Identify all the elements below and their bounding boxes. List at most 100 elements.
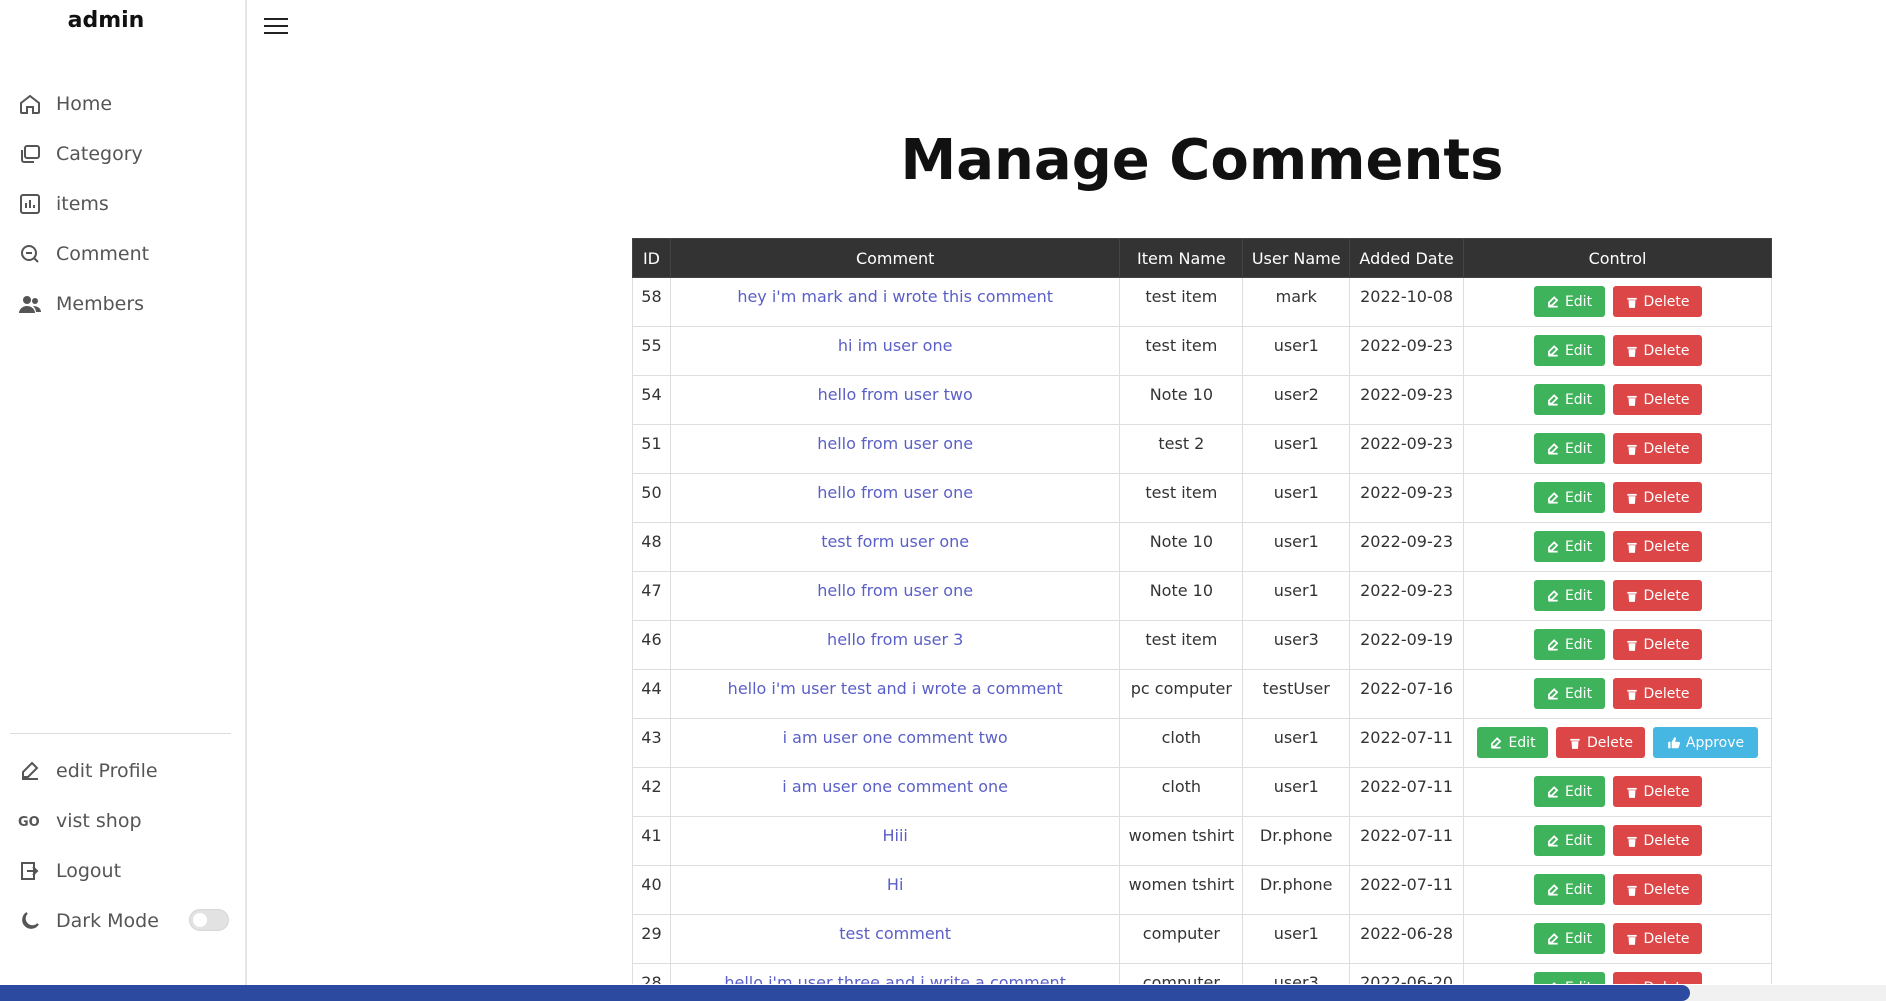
cell-comment[interactable]: hello from user two [669,375,1121,425]
column-header-added-date: Added Date [1349,238,1465,278]
edit-button-label: Edit [1564,293,1593,310]
cell-item-name: test item [1119,277,1244,327]
cell-user-name: user3 [1242,963,1351,984]
cell-comment[interactable]: hello from user one [669,424,1121,474]
sidebar-item-comment[interactable]: Comment [18,237,228,271]
delete-button[interactable]: Delete [1612,972,1702,985]
dark-mode-toggle[interactable] [189,909,229,931]
table-row: 55 hi im user one test item user1 2022-09-23… [632,326,1772,376]
approve-button[interactable]: Approve [1653,727,1759,758]
edit-button[interactable]: Edit [1533,825,1605,856]
sidebar-divider [10,733,231,734]
cell-control: Edit Delete [1463,375,1772,425]
sidebar-item-label: vist shop [56,810,142,832]
cell-control: Edit Delete [1463,522,1772,572]
cell-control: Edit Delete [1463,571,1772,621]
trash-icon [1626,591,1637,602]
cell-comment[interactable]: test form user one [669,522,1121,572]
cell-id: 42 [632,767,671,817]
column-header-id: ID [632,238,671,278]
delete-button-label: Delete [1643,930,1690,947]
edit-button[interactable]: Edit [1533,629,1605,660]
sidebar-item-category[interactable]: Category [18,137,228,171]
edit-button[interactable]: Edit [1533,874,1605,905]
edit-button[interactable]: Edit [1533,531,1605,562]
delete-button[interactable]: Delete [1556,727,1646,758]
delete-button[interactable]: Delete [1612,629,1702,660]
sidebar-item-edit-profile[interactable]: edit Profile [18,754,228,788]
edit-button[interactable]: Edit [1533,433,1605,464]
edit-button[interactable]: Edit [1533,923,1605,954]
cell-added-date: 2022-09-23 [1349,522,1465,572]
trash-icon [1626,689,1637,700]
cell-id: 51 [632,424,671,474]
delete-button-label: Delete [1644,980,1690,985]
cell-comment[interactable]: hello from user 3 [669,620,1121,670]
cell-comment[interactable]: hello from user one [669,473,1121,523]
cell-comment[interactable]: Hiii [669,816,1121,866]
sidebar-item-logout[interactable]: Logout [18,854,228,888]
trash-icon [1626,346,1637,357]
cell-comment[interactable]: i am user one comment one [669,767,1121,817]
edit-button[interactable]: Edit [1533,286,1605,317]
edit-button[interactable]: Edit [1533,972,1605,985]
edit-button[interactable]: Edit [1533,482,1605,513]
cell-control: Edit Delete [1463,424,1772,474]
edit-button-label: Edit [1565,980,1592,985]
delete-button[interactable]: Delete [1612,384,1702,415]
edit-button[interactable]: Edit [1533,580,1605,611]
table-row: 50 hello from user one test item user1 2022-… [632,473,1772,523]
cell-comment[interactable]: hello i'm user three and i write a comme… [669,963,1121,984]
delete-button[interactable]: Delete [1612,923,1702,954]
go-icon: GO [18,815,40,830]
edit-button[interactable]: Edit [1533,678,1605,709]
cell-comment[interactable]: hi im user one [669,326,1121,376]
delete-button[interactable]: Delete [1612,776,1702,807]
cell-comment[interactable]: hello i'm user test and i wrote a commen… [669,669,1121,719]
cell-control: Edit Delete [1463,816,1772,866]
cell-user-name: user2 [1242,375,1351,425]
delete-button[interactable]: Delete [1612,433,1702,464]
edit-button[interactable]: Edit [1477,727,1549,758]
edit-icon [1491,736,1502,749]
table-row: 54 hello from user two Note 10 user2 2022-09… [632,375,1772,425]
cell-comment[interactable]: hello from user one [669,571,1121,621]
menu-icon[interactable] [264,18,288,36]
delete-button[interactable]: Delete [1612,580,1702,611]
delete-button[interactable]: Delete [1612,825,1702,856]
table-row: 47 hello from user one Note 10 user1 2022-09… [632,571,1772,621]
cell-comment[interactable]: Hi [669,865,1121,915]
delete-button[interactable]: Delete [1612,874,1702,905]
edit-button[interactable]: Edit [1533,776,1605,807]
cell-control: Edit Delete [1463,865,1772,915]
sidebar-item-items[interactable]: items [18,187,228,221]
cell-comment[interactable]: i am user one comment two [669,718,1121,768]
cell-user-name: mark [1242,277,1351,327]
delete-button[interactable]: Delete [1612,482,1702,513]
edit-button-label: Edit [1508,734,1536,751]
delete-button[interactable]: Delete [1612,335,1702,366]
delete-button[interactable]: Delete [1612,678,1702,709]
sidebar-item-visit-shop[interactable]: GO vist shop [18,804,228,838]
trash-icon [1626,395,1637,406]
delete-button[interactable]: Delete [1612,286,1702,317]
delete-button[interactable]: Delete [1612,531,1702,562]
trash-icon [1626,885,1637,896]
cell-comment[interactable]: test comment [669,914,1121,964]
sidebar-item-members[interactable]: Members [18,287,228,321]
edit-icon [1547,834,1559,847]
edit-button[interactable]: Edit [1533,384,1605,415]
horizontal-scrollbar-thumb[interactable] [0,985,1690,1001]
cell-control: Edit Delete [1463,620,1772,670]
edit-button-label: Edit [1564,783,1593,800]
edit-button[interactable]: Edit [1533,335,1605,366]
sidebar-item-home[interactable]: Home [18,87,228,121]
brand-logo[interactable]: admin [0,8,212,33]
edit-icon [22,761,39,780]
cell-comment[interactable]: hey i'm mark and i wrote this comment [669,277,1121,327]
sidebar-item-label: Dark Mode [56,910,159,932]
cell-added-date: 2022-09-23 [1349,326,1465,376]
trash-icon [1626,934,1637,945]
trash-icon [1626,787,1637,798]
delete-button-label: Delete [1643,587,1690,604]
